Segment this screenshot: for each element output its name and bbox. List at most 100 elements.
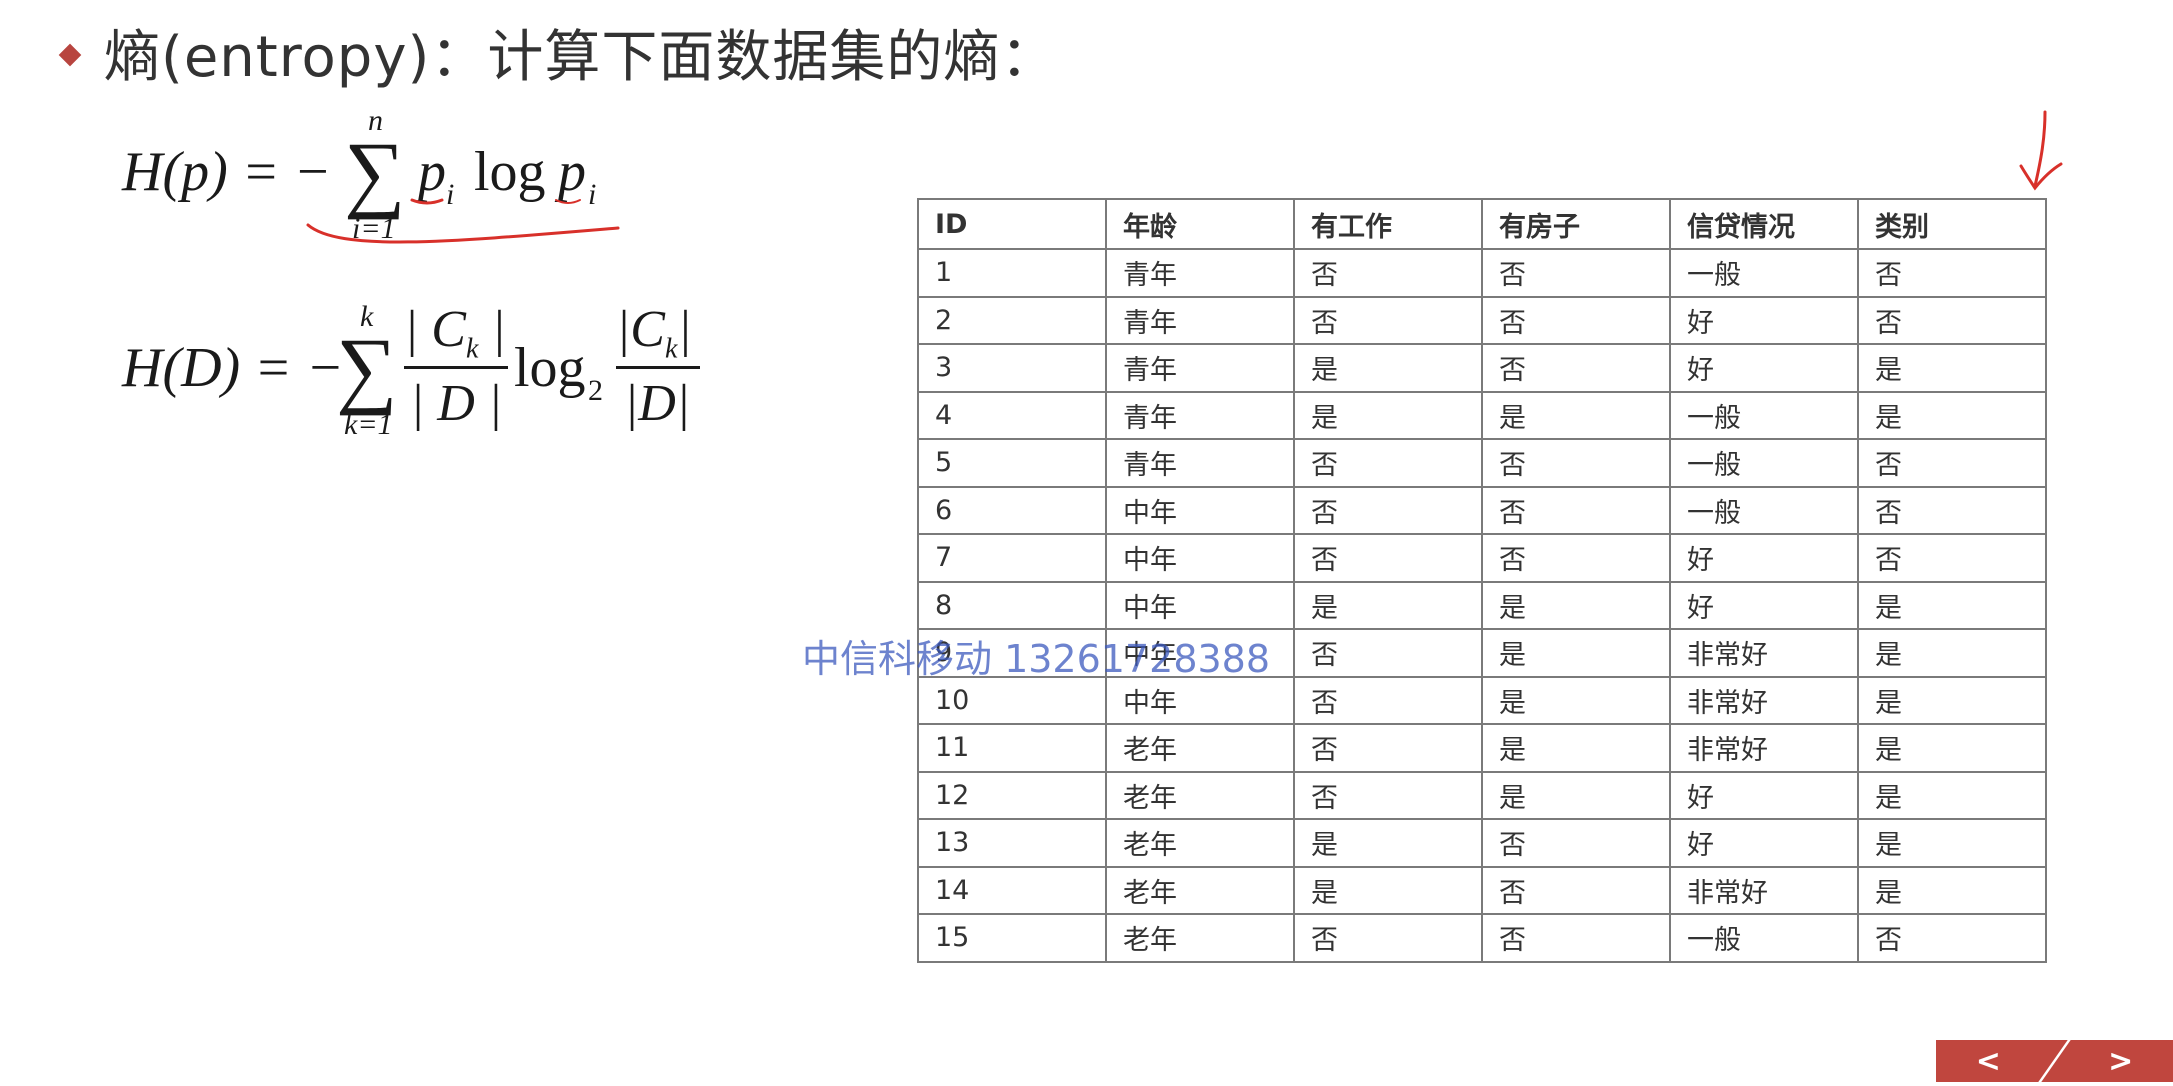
header-id: ID [917,198,1107,250]
cell-age: 老年 [1105,723,1295,773]
cell-credit: 一般 [1669,390,1859,440]
cell-has-job: 是 [1293,865,1483,915]
frac1-num-sub: k [465,333,479,365]
cell-class: 是 [1857,580,2047,630]
cell-id: 7 [917,533,1107,583]
cell-class: 否 [1857,295,2047,345]
cell-id: 11 [917,723,1107,773]
frac2-num-text: |C [616,301,665,358]
cell-has-job: 否 [1293,438,1483,488]
cell-has-job: 否 [1293,295,1483,345]
cell-has-job: 是 [1293,390,1483,440]
cell-age: 青年 [1105,438,1295,488]
cell-credit: 一般 [1669,438,1859,488]
cell-age: 老年 [1105,865,1295,915]
formula2-frac1-num: | Ck | [404,300,506,365]
cell-has-house: 否 [1481,818,1671,868]
cell-has-job: 是 [1293,818,1483,868]
cell-id: 2 [917,295,1107,345]
frac2-num-sub: k [664,333,678,365]
cell-has-job: 否 [1293,248,1483,298]
cell-has-house: 否 [1481,865,1671,915]
cell-has-house: 否 [1481,343,1671,393]
formula2-frac2-bar [616,366,700,369]
cell-credit: 一般 [1669,485,1859,535]
cell-id: 8 [917,580,1107,630]
cell-id: 12 [917,770,1107,820]
header-has-house: 有房子 [1481,198,1671,250]
cell-has-house: 是 [1481,675,1671,725]
table-row: 13 老年是否好是 [917,818,2047,868]
cell-age: 中年 [1105,485,1295,535]
cell-credit: 非常好 [1669,865,1859,915]
cell-age: 中年 [1105,533,1295,583]
cell-id: 1 [917,248,1107,298]
cell-id: 14 [917,865,1107,915]
cell-id: 10 [917,675,1107,725]
diamond-bullet-icon [58,43,82,66]
table-row: 2 青年否否好否 [917,295,2047,345]
cell-id: 4 [917,390,1107,440]
cell-class: 否 [1857,485,2047,535]
cell-class: 是 [1857,628,2047,678]
header-credit: 信贷情况 [1669,198,1859,250]
cell-class: 否 [1857,913,2047,963]
table-header-row: ID 年龄 有工作 有房子 信贷情况 类别 [917,198,2047,250]
formula2-sum-lower: k=1 [344,408,393,441]
header-age: 年龄 [1105,198,1295,250]
cell-credit: 好 [1669,533,1859,583]
cell-has-house: 否 [1481,295,1671,345]
cell-has-job: 否 [1293,485,1483,535]
cell-has-house: 否 [1481,533,1671,583]
cell-class: 否 [1857,438,2047,488]
table-row: 7 中年否否好否 [917,533,2047,583]
handwritten-underline-annotation [306,198,620,244]
cell-credit: 非常好 [1669,675,1859,725]
cell-age: 青年 [1105,295,1295,345]
cell-credit: 非常好 [1669,628,1859,678]
cell-age: 老年 [1105,913,1295,963]
next-slide-button[interactable]: > [2081,1044,2161,1079]
slide-title: 熵(entropy)：计算下面数据集的熵： [104,25,1058,90]
cell-has-job: 是 [1293,343,1483,393]
cell-class: 否 [1857,533,2047,583]
slide-title-row: 熵(entropy)：计算下面数据集的熵： [58,12,1058,93]
table-row: 14 老年是否非常好是 [917,865,2047,915]
table-row: 8 中年是是好是 [917,580,2047,630]
formula1-sum-upper: n [368,104,383,137]
cell-class: 是 [1857,818,2047,868]
table-row: 1 青年否否一般否 [917,248,2047,298]
cell-age: 老年 [1105,770,1295,820]
cell-class: 是 [1857,343,2047,393]
header-class: 类别 [1857,198,2047,250]
entropy-formula-hd: H(D) = − ∑ k k=1 | Ck | | D | log 2 |Ck|… [122,294,742,454]
cell-age: 青年 [1105,390,1295,440]
prev-slide-button[interactable]: < [1948,1044,2028,1079]
formula2-log: log [514,337,586,399]
cell-class: 是 [1857,865,2047,915]
cell-has-house: 否 [1481,438,1671,488]
cell-has-job: 否 [1293,723,1483,773]
cell-credit: 好 [1669,343,1859,393]
formula2-sum-upper: k [360,300,374,333]
cell-id: 13 [917,818,1107,868]
cell-has-job: 是 [1293,580,1483,630]
cell-has-house: 否 [1481,248,1671,298]
formula2-frac1-den: | D | [410,375,503,432]
cell-age: 青年 [1105,248,1295,298]
cell-has-house: 是 [1481,723,1671,773]
cell-has-job: 否 [1293,533,1483,583]
cell-credit: 好 [1669,295,1859,345]
cell-class: 是 [1857,390,2047,440]
formula2-lhs: H(D) = − [122,337,344,399]
formula2-frac2-den: |D| [624,375,691,432]
cell-has-house: 否 [1481,485,1671,535]
cell-has-house: 是 [1481,628,1671,678]
frac1-num-text: | C [404,301,466,358]
cell-has-job: 否 [1293,628,1483,678]
cell-class: 否 [1857,248,2047,298]
handwritten-check-annotation [2019,110,2063,191]
cell-id: 5 [917,438,1107,488]
table-row: 10 中年否是非常好是 [917,675,2047,725]
cell-age: 老年 [1105,818,1295,868]
